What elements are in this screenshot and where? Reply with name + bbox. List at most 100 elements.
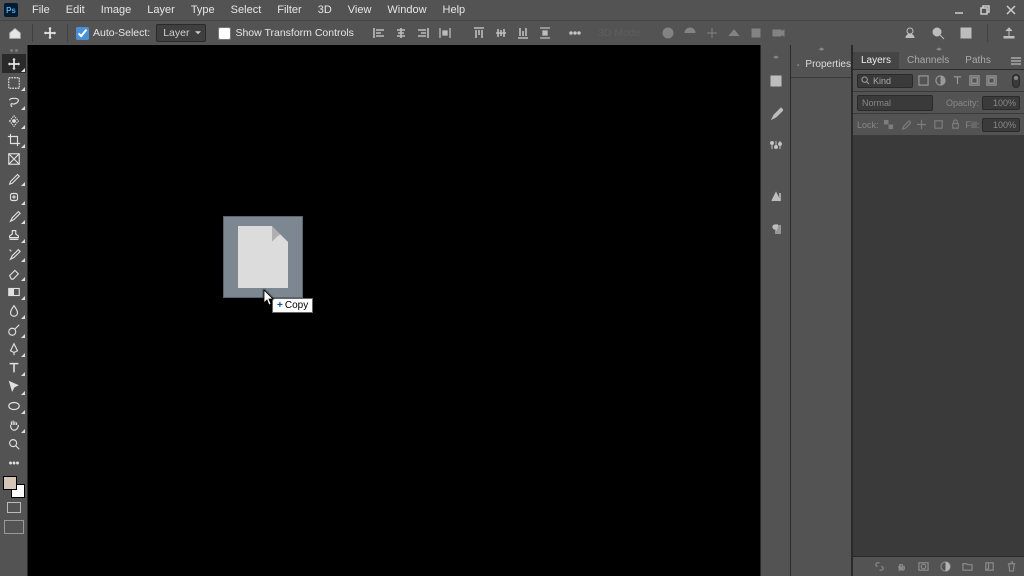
properties-header[interactable]: Properties xyxy=(791,52,851,78)
tab-channels[interactable]: Channels xyxy=(899,52,957,69)
auto-select-checkbox[interactable]: Auto-Select: xyxy=(76,27,150,40)
align-top-icon[interactable] xyxy=(470,24,488,42)
layer-style-icon[interactable]: fx xyxy=(894,560,908,574)
distribute-h-icon[interactable] xyxy=(436,24,454,42)
filter-shape-icon[interactable] xyxy=(967,74,981,88)
lock-artboard-icon[interactable] xyxy=(932,118,946,132)
link-layers-icon[interactable] xyxy=(872,560,886,574)
blend-mode-select[interactable]: Normal xyxy=(857,95,933,111)
quick-select-tool[interactable] xyxy=(2,111,26,130)
restore-button[interactable] xyxy=(972,0,998,20)
align-left-icon[interactable] xyxy=(370,24,388,42)
align-hcenter-icon[interactable] xyxy=(392,24,410,42)
type-tool[interactable] xyxy=(2,358,26,377)
lock-all-icon[interactable] xyxy=(949,118,963,132)
menu-image[interactable]: Image xyxy=(93,1,140,19)
more-options-icon[interactable] xyxy=(566,24,584,42)
brush-tool[interactable] xyxy=(2,206,26,225)
new-layer-icon[interactable] xyxy=(982,560,996,574)
menu-select[interactable]: Select xyxy=(223,1,270,19)
adjust-panel-icon[interactable] xyxy=(765,134,787,156)
panel-grip[interactable] xyxy=(791,45,851,52)
paragraph-panel-icon[interactable] xyxy=(765,218,787,240)
menu-edit[interactable]: Edit xyxy=(58,1,93,19)
distribute-v-icon[interactable] xyxy=(536,24,554,42)
layer-filter-kind-select[interactable]: Kind xyxy=(857,74,913,88)
frame-tool[interactable] xyxy=(2,149,26,168)
panel-grip[interactable] xyxy=(761,53,790,60)
separator xyxy=(987,24,988,42)
color-swatches[interactable] xyxy=(3,476,25,498)
brush-panel-icon[interactable] xyxy=(765,102,787,124)
history-panel-icon[interactable] xyxy=(765,70,787,92)
shape-tool[interactable] xyxy=(2,396,26,415)
auto-select-target-select[interactable]: Layer xyxy=(156,24,206,42)
move-tool[interactable] xyxy=(2,54,26,73)
quick-mask-toggle[interactable] xyxy=(5,502,23,516)
canvas-area[interactable]: + Copy xyxy=(28,45,760,576)
menu-type[interactable]: Type xyxy=(183,1,223,19)
blur-tool[interactable] xyxy=(2,301,26,320)
lasso-tool[interactable] xyxy=(2,92,26,111)
filter-adjust-icon[interactable] xyxy=(933,74,947,88)
character-panel-icon[interactable] xyxy=(765,186,787,208)
eraser-tool[interactable] xyxy=(2,263,26,282)
hand-tool[interactable] xyxy=(2,415,26,434)
adjustment-layer-icon[interactable] xyxy=(938,560,952,574)
close-button[interactable] xyxy=(998,0,1024,20)
tab-layers[interactable]: Layers xyxy=(853,52,899,69)
filter-pixel-icon[interactable] xyxy=(916,74,930,88)
path-select-tool[interactable] xyxy=(2,377,26,396)
filter-toggle[interactable] xyxy=(1012,74,1020,88)
panel-grip[interactable] xyxy=(853,45,1024,52)
align-right-icon[interactable] xyxy=(414,24,432,42)
cloud-docs-icon[interactable] xyxy=(901,24,919,42)
filter-smart-icon[interactable] xyxy=(984,74,998,88)
marquee-tool[interactable] xyxy=(2,73,26,92)
dodge-tool[interactable] xyxy=(2,320,26,339)
delete-layer-icon[interactable] xyxy=(1004,560,1018,574)
group-icon[interactable] xyxy=(960,560,974,574)
menu-help[interactable]: Help xyxy=(435,1,474,19)
filter-type-icon[interactable] xyxy=(950,74,964,88)
drag-copy-tooltip: + Copy xyxy=(272,298,313,313)
move-tool-icon[interactable] xyxy=(41,24,59,42)
tab-paths[interactable]: Paths xyxy=(957,52,999,69)
menu-window[interactable]: Window xyxy=(379,1,434,19)
healing-tool[interactable] xyxy=(2,187,26,206)
pen-tool[interactable] xyxy=(2,339,26,358)
layer-mask-icon[interactable] xyxy=(916,560,930,574)
stamp-tool[interactable] xyxy=(2,225,26,244)
menu-view[interactable]: View xyxy=(340,1,380,19)
fill-label: Fill: xyxy=(965,120,979,130)
edit-toolbar-icon[interactable] xyxy=(2,453,26,472)
fill-input[interactable]: 100% xyxy=(982,118,1020,132)
opacity-input[interactable]: 100% xyxy=(982,96,1020,110)
foreground-color-swatch[interactable] xyxy=(3,476,17,490)
search-icon[interactable] xyxy=(929,24,947,42)
menu-3d[interactable]: 3D xyxy=(310,1,340,19)
menu-filter[interactable]: Filter xyxy=(269,1,309,19)
eyedropper-tool[interactable] xyxy=(2,168,26,187)
crop-tool[interactable] xyxy=(2,130,26,149)
minimize-button[interactable] xyxy=(946,0,972,20)
workspace-switcher-icon[interactable] xyxy=(957,24,975,42)
layers-list[interactable] xyxy=(853,136,1024,556)
lock-transparency-icon[interactable] xyxy=(882,118,896,132)
align-bottom-icon[interactable] xyxy=(514,24,532,42)
menu-file[interactable]: File xyxy=(24,1,58,19)
lock-position-icon[interactable] xyxy=(915,118,929,132)
share-icon[interactable] xyxy=(1000,24,1018,42)
screen-mode-toggle[interactable] xyxy=(4,520,24,534)
panel-menu-icon[interactable] xyxy=(1008,52,1024,69)
align-vcenter-icon[interactable] xyxy=(492,24,510,42)
show-transform-label: Show Transform Controls xyxy=(235,27,353,39)
gradient-tool[interactable] xyxy=(2,282,26,301)
panel-grip[interactable] xyxy=(9,47,19,54)
menu-layer[interactable]: Layer xyxy=(139,1,183,19)
zoom-tool[interactable] xyxy=(2,434,26,453)
show-transform-checkbox[interactable]: Show Transform Controls xyxy=(218,27,353,40)
lock-pixels-icon[interactable] xyxy=(898,118,912,132)
history-brush-tool[interactable] xyxy=(2,244,26,263)
home-icon[interactable] xyxy=(6,24,24,42)
